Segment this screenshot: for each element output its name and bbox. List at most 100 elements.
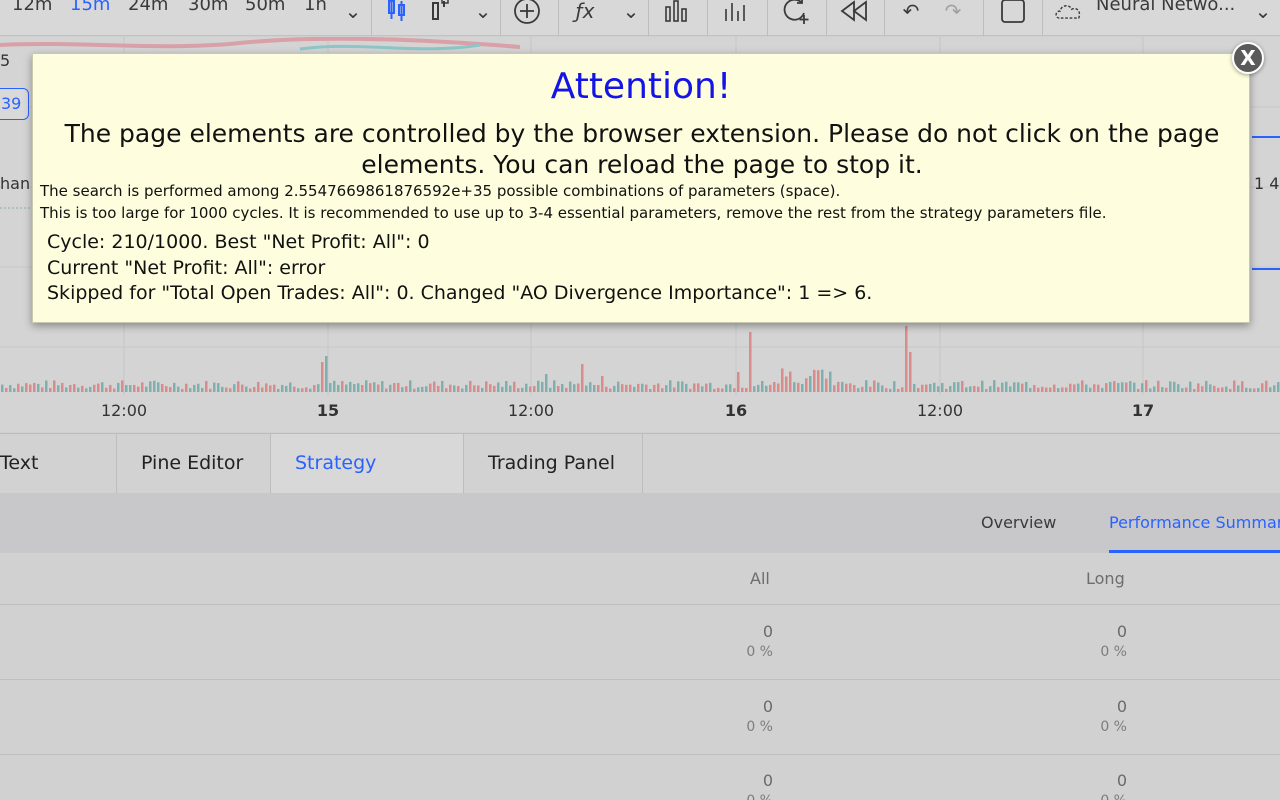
volume-bar	[201, 388, 204, 392]
time-axis: 12:00 15 12:00 16 12:00 17	[0, 397, 1280, 432]
indicator-name[interactable]: Neural Netwo...	[1096, 0, 1235, 15]
timeframe-15m[interactable]: 15m	[70, 0, 110, 15]
search-info: The search is performed among 2.55476698…	[40, 181, 1250, 202]
volume-bar	[1249, 388, 1252, 392]
chevron-down-icon[interactable]: ⌄	[468, 0, 498, 26]
volume-bar	[985, 389, 988, 392]
volume-bar	[769, 385, 772, 392]
chevron-down-icon[interactable]: ⌄	[338, 0, 368, 26]
volume-bar	[745, 388, 748, 392]
volume-bar	[93, 385, 96, 392]
volume-bar	[561, 384, 564, 392]
timeframe-1h[interactable]: 1h	[304, 0, 327, 15]
bottom-panel-tabs: Text Notes Pine Editor Strategy Tester T…	[0, 433, 1280, 493]
volume-bar	[1157, 381, 1160, 392]
cell-long: 00 %	[1050, 771, 1127, 800]
volume-bar	[705, 384, 708, 392]
volume-bar	[621, 384, 624, 392]
tab-trading-panel[interactable]: Trading Panel	[464, 434, 643, 494]
volume-bar	[301, 388, 304, 392]
cloud-icon[interactable]	[1054, 0, 1084, 26]
volume-bar	[169, 387, 172, 392]
alert-icon[interactable]	[721, 0, 751, 26]
volume-bar	[213, 383, 216, 392]
tab-text-notes[interactable]: Text Notes	[0, 434, 117, 494]
volume-bar	[681, 381, 684, 392]
volume-bar	[1105, 383, 1108, 392]
layout-square-icon[interactable]	[998, 0, 1028, 26]
volume-bar	[509, 386, 512, 392]
timeframe-12m[interactable]: 12m	[12, 0, 52, 15]
timeframe-30m[interactable]: 30m	[188, 0, 228, 15]
volume-bar	[21, 386, 24, 392]
tab-overview[interactable]: Overview	[981, 513, 1056, 532]
rewind-icon[interactable]	[839, 0, 869, 26]
volume-bar	[81, 386, 84, 392]
volume-bar	[733, 388, 736, 392]
chevron-down-icon[interactable]: ⌄	[616, 0, 646, 26]
plus-circle-icon[interactable]	[512, 0, 542, 26]
volume-bar	[1269, 387, 1272, 392]
volume-bar	[97, 384, 100, 392]
volume-bar	[33, 383, 36, 392]
volume-bar	[257, 382, 260, 392]
volume-bar	[41, 387, 44, 392]
volume-bar	[757, 385, 760, 392]
volume-bar	[1221, 387, 1224, 392]
volume-bar	[685, 384, 688, 392]
volume-bar	[117, 383, 120, 392]
volume-bar	[333, 381, 336, 392]
volume-bar	[49, 388, 52, 392]
chevron-down-icon[interactable]: ⌄	[1248, 0, 1278, 26]
volume-bar	[577, 384, 580, 392]
volume-bar	[1149, 388, 1152, 392]
bar-style-icon[interactable]	[426, 0, 456, 26]
volume-bar	[145, 387, 148, 392]
volume-bar	[1033, 385, 1036, 392]
close-button[interactable]: X	[1232, 42, 1264, 74]
volume-bar	[1177, 384, 1180, 392]
volume-bar	[533, 386, 536, 392]
volume-bar	[393, 383, 396, 392]
volume-bar	[353, 384, 356, 392]
volume-bar	[113, 389, 116, 392]
volume-bar	[869, 387, 872, 392]
volume-bar	[1141, 383, 1144, 392]
volume-bar	[141, 382, 144, 392]
volume-bar	[361, 385, 364, 392]
indicator-line	[0, 39, 520, 47]
volume-bar	[1009, 386, 1012, 392]
volume-bar	[825, 379, 828, 392]
indicator-label: han	[0, 174, 30, 193]
volume-bar	[805, 378, 808, 392]
volume-bar	[181, 389, 184, 392]
volume-bar	[645, 385, 648, 392]
candles-icon[interactable]	[382, 0, 412, 26]
undo-icon[interactable]: ↶	[896, 0, 926, 26]
volume-bar	[949, 386, 952, 392]
volume-bar	[849, 383, 852, 392]
redo-icon[interactable]: ↷	[938, 0, 968, 26]
volume-bar	[173, 383, 176, 392]
replay-add-icon[interactable]	[780, 0, 810, 26]
volume-bar	[253, 387, 256, 392]
volume-bar	[453, 385, 456, 392]
volume-bar	[1145, 380, 1148, 392]
tab-strategy-tester[interactable]: Strategy Tester	[271, 434, 464, 494]
volume-bar	[1037, 388, 1040, 392]
volume-bar	[545, 374, 548, 392]
volume-bar	[205, 381, 208, 392]
volume-bar	[877, 382, 880, 392]
volume-bar	[1253, 388, 1256, 392]
indicators-fx-icon[interactable]: ƒx	[570, 0, 600, 26]
volume-bar	[89, 387, 92, 392]
dialog-message: The page elements are controlled by the …	[53, 118, 1231, 180]
timeframe-50m[interactable]: 50m	[245, 0, 285, 15]
tab-performance-summary[interactable]: Performance Summar	[1109, 513, 1280, 532]
column-header-all: All	[750, 569, 770, 588]
templates-icon[interactable]	[661, 0, 691, 26]
tab-pine-editor[interactable]: Pine Editor	[117, 434, 271, 494]
volume-bar	[1205, 381, 1208, 392]
timeframe-24m[interactable]: 24m	[128, 0, 168, 15]
volume-bar	[9, 385, 12, 392]
